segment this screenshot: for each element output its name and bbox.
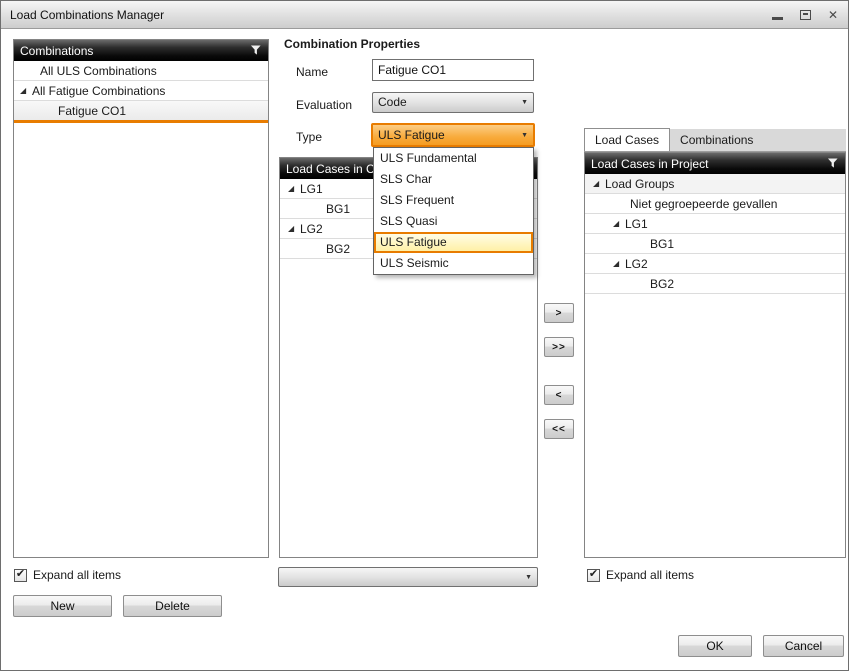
close-button[interactable]: ✕ — [826, 8, 840, 22]
title-bar[interactable]: Load Combinations Manager ✕ — [1, 1, 848, 29]
expander-icon[interactable]: ◢ — [20, 81, 32, 101]
type-option-uls-fatigue-selected[interactable]: ULS Fatigue — [374, 232, 533, 253]
maximize-icon — [800, 10, 811, 20]
move-all-left-button[interactable]: << — [544, 419, 574, 439]
chevron-down-icon: ▼ — [521, 132, 528, 139]
type-option-uls-fundamental[interactable]: ULS Fundamental — [374, 148, 533, 169]
tree-item-label: All Fatigue Combinations — [32, 81, 165, 101]
tree-item-label: BG1 — [326, 199, 350, 219]
expander-icon[interactable]: ◢ — [288, 219, 300, 239]
tree-item-label: BG1 — [650, 234, 674, 254]
tree-item-all-fatigue-combinations[interactable]: ◢ All Fatigue Combinations — [14, 81, 268, 101]
name-input[interactable]: Fatigue CO1 — [372, 59, 534, 81]
check-icon: ✔ — [16, 569, 25, 580]
expand-all-checkbox[interactable]: ✔ — [14, 569, 27, 582]
minimize-icon — [772, 17, 783, 20]
move-all-left-label: << — [552, 424, 566, 435]
filter-icon[interactable] — [250, 45, 262, 56]
project-cases-title: Load Cases in Project — [591, 157, 827, 171]
tree-item-label: LG1 — [625, 214, 648, 234]
tree-item-niet-gegroepeerde-gevallen[interactable]: Niet gegroepeerde gevallen — [585, 194, 845, 214]
right-tab-strip: Load Cases Combinations — [584, 129, 846, 152]
evaluation-label: Evaluation — [296, 98, 352, 112]
tree-item-bg2[interactable]: BG2 — [585, 274, 845, 294]
expand-all-items-left: ✔ Expand all items — [14, 568, 121, 582]
type-label: Type — [296, 130, 322, 144]
ok-button[interactable]: OK — [678, 635, 752, 657]
type-option-sls-quasi[interactable]: SLS Quasi — [374, 211, 533, 232]
tree-item-all-uls-combinations[interactable]: All ULS Combinations — [14, 61, 268, 81]
move-all-right-label: >> — [552, 342, 566, 353]
evaluation-combobox[interactable]: Code ▼ — [372, 92, 534, 113]
combination-properties-title: Combination Properties — [284, 37, 420, 51]
expand-all-checkbox[interactable]: ✔ — [587, 569, 600, 582]
type-option-sls-char[interactable]: SLS Char — [374, 169, 533, 190]
cancel-button[interactable]: Cancel — [763, 635, 844, 657]
expander-icon[interactable]: ◢ — [613, 214, 625, 234]
chevron-down-icon: ▼ — [525, 574, 532, 581]
expand-all-items-right: ✔ Expand all items — [587, 568, 694, 582]
close-icon: ✕ — [828, 8, 838, 22]
combinations-panel: Combinations All ULS Combinations ◢ All … — [13, 39, 269, 558]
tree-item-label: BG2 — [650, 274, 674, 294]
tree-item-label: LG1 — [300, 179, 323, 199]
delete-button[interactable]: Delete — [123, 595, 222, 617]
combinations-panel-title: Combinations — [20, 44, 250, 58]
ok-button-label: OK — [706, 639, 723, 653]
tree-item-label: LG2 — [625, 254, 648, 274]
expander-icon[interactable]: ◢ — [613, 254, 625, 274]
load-combinations-manager-dialog: Load Combinations Manager ✕ Combinations… — [0, 0, 849, 671]
tree-item-lg1[interactable]: ◢ LG1 — [585, 214, 845, 234]
tree-item-label: LG2 — [300, 219, 323, 239]
tree-item-label: Fatigue CO1 — [58, 101, 126, 121]
type-option-uls-seismic[interactable]: ULS Seismic — [374, 253, 533, 274]
tab-load-cases[interactable]: Load Cases — [584, 128, 670, 151]
chevron-down-icon: ▼ — [521, 99, 528, 106]
tree-item-label: Load Groups — [605, 174, 674, 194]
tree-item-label: Niet gegroepeerde gevallen — [630, 194, 777, 214]
footer-combobox[interactable]: ▼ — [278, 567, 538, 587]
move-right-button[interactable]: > — [544, 303, 574, 323]
type-option-sls-frequent[interactable]: SLS Frequent — [374, 190, 533, 211]
move-left-label: < — [556, 390, 563, 401]
filter-icon[interactable] — [827, 158, 839, 169]
type-value: ULS Fatigue — [378, 126, 517, 145]
project-cases-panel: Load Cases in Project ◢ Load Groups Niet… — [584, 152, 846, 558]
tree-item-lg2[interactable]: ◢ LG2 — [585, 254, 845, 274]
tree-item-label: BG2 — [326, 239, 350, 259]
expander-icon[interactable]: ◢ — [288, 179, 300, 199]
cancel-button-label: Cancel — [785, 639, 822, 653]
maximize-button[interactable] — [798, 8, 812, 22]
tab-combinations[interactable]: Combinations — [670, 129, 763, 151]
move-all-right-button[interactable]: >> — [544, 337, 574, 357]
project-cases-header[interactable]: Load Cases in Project — [585, 153, 845, 174]
type-dropdown-popup: ULS Fundamental SLS Char SLS Frequent SL… — [373, 147, 534, 275]
tree-item-bg1[interactable]: BG1 — [585, 234, 845, 254]
combinations-panel-header[interactable]: Combinations — [14, 40, 268, 61]
move-right-label: > — [556, 308, 563, 319]
expand-all-label: Expand all items — [606, 568, 694, 582]
tree-item-load-groups[interactable]: ◢ Load Groups — [585, 174, 845, 194]
delete-button-label: Delete — [155, 599, 190, 613]
minimize-button[interactable] — [770, 8, 784, 22]
name-label: Name — [296, 65, 328, 79]
expander-icon[interactable]: ◢ — [593, 174, 605, 194]
window-title: Load Combinations Manager — [10, 8, 164, 22]
tree-item-label: All ULS Combinations — [40, 61, 157, 81]
tree-item-fatigue-co1[interactable]: Fatigue CO1 — [14, 101, 268, 123]
move-left-button[interactable]: < — [544, 385, 574, 405]
expand-all-label: Expand all items — [33, 568, 121, 582]
new-button-label: New — [50, 599, 74, 613]
new-button[interactable]: New — [13, 595, 112, 617]
check-icon: ✔ — [589, 569, 598, 580]
type-combobox[interactable]: ULS Fatigue ▼ — [371, 123, 535, 147]
evaluation-value: Code — [378, 93, 517, 112]
